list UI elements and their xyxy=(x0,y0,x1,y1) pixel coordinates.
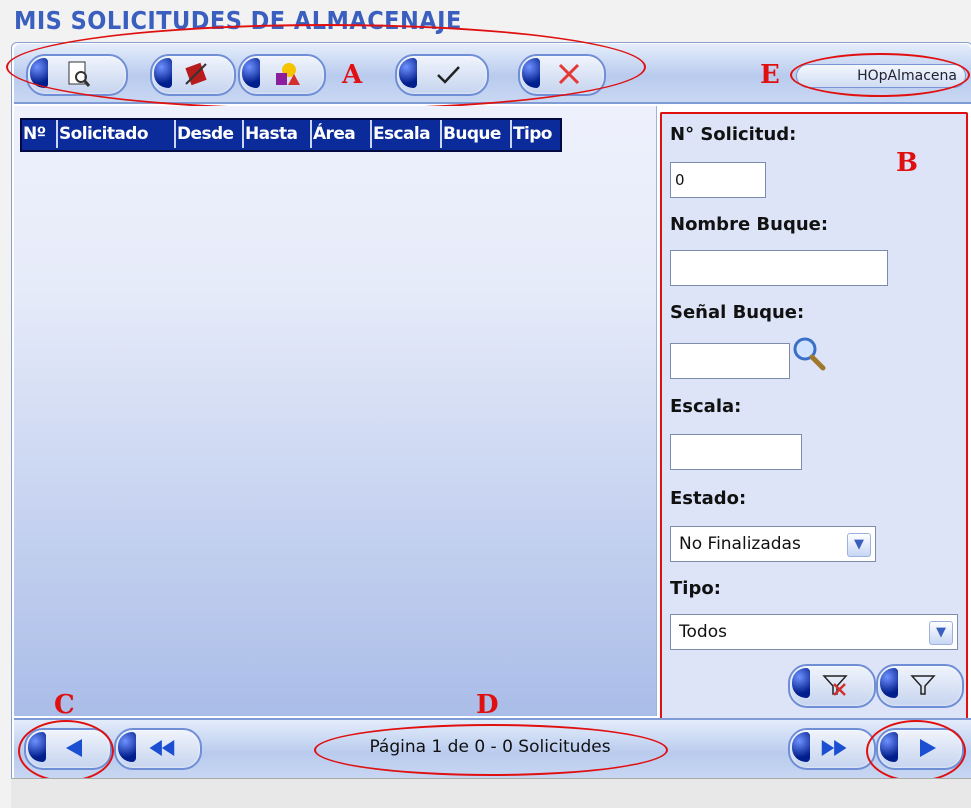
column-header-hasta[interactable]: Hasta xyxy=(244,120,312,148)
preview-button[interactable] xyxy=(26,54,128,96)
annotation-a: A xyxy=(342,60,363,90)
senal-buque-label: Señal Buque: xyxy=(670,302,805,323)
shapes-icon xyxy=(272,60,302,88)
senal-buque-field[interactable] xyxy=(670,343,790,379)
user-label: HOpAlmacena xyxy=(796,64,966,88)
grid-header: Nº Solicitado Desde Hasta Área Escala Bu… xyxy=(20,118,562,152)
escala-label: Escala: xyxy=(670,396,742,417)
results-grid xyxy=(14,106,657,716)
clear-filter-button[interactable] xyxy=(788,664,876,708)
tipo-select-value: Todos xyxy=(679,622,727,642)
column-header-escala[interactable]: Escala xyxy=(372,120,442,148)
estado-select-value: No Finalizadas xyxy=(679,534,801,554)
arrow-right-icon xyxy=(912,734,942,762)
column-header-area[interactable]: Área xyxy=(312,120,372,148)
annotation-b: B xyxy=(896,148,918,178)
nombre-buque-label: Nombre Buque: xyxy=(670,214,829,235)
first-page-button[interactable] xyxy=(114,728,202,770)
cancel-icon xyxy=(554,60,584,88)
annotation-c: C xyxy=(54,690,75,720)
solicitud-label: N° Solicitud: xyxy=(670,124,797,145)
solicitud-field[interactable]: 0 xyxy=(670,162,766,198)
column-header-desde[interactable]: Desde xyxy=(176,120,244,148)
column-header-solicitado[interactable]: Solicitado xyxy=(58,120,176,148)
tipo-label: Tipo: xyxy=(670,578,721,599)
clear-filter-icon xyxy=(820,670,850,698)
preview-icon xyxy=(64,60,94,88)
prev-page-button[interactable] xyxy=(24,728,112,770)
chevron-down-icon[interactable]: ▼ xyxy=(929,621,953,645)
arrow-left-icon xyxy=(60,734,90,762)
shapes-button[interactable] xyxy=(238,54,326,96)
estado-select[interactable]: No Finalizadas ▼ xyxy=(670,526,876,562)
bottom-strip xyxy=(11,778,971,808)
annotation-d: D xyxy=(476,690,499,720)
filter-icon xyxy=(908,670,938,698)
page-title: MIS SOLICITUDES DE ALMACENAJE xyxy=(14,6,462,35)
nombre-buque-field[interactable] xyxy=(670,250,888,286)
escala-field[interactable] xyxy=(670,434,802,470)
edit-icon xyxy=(182,60,212,88)
cancel-button[interactable] xyxy=(518,54,606,96)
column-header-buque[interactable]: Buque xyxy=(442,120,512,148)
next-page-button[interactable] xyxy=(876,728,964,770)
tipo-select[interactable]: Todos ▼ xyxy=(670,614,958,650)
search-icon[interactable] xyxy=(792,336,826,372)
double-arrow-left-icon xyxy=(146,734,176,762)
column-header-numero[interactable]: Nº xyxy=(22,120,58,148)
apply-filter-button[interactable] xyxy=(876,664,964,708)
estado-label: Estado: xyxy=(670,488,747,509)
annotation-e: E xyxy=(760,60,780,90)
double-arrow-right-icon xyxy=(820,734,850,762)
confirm-button[interactable] xyxy=(395,54,489,96)
column-header-tipo[interactable]: Tipo xyxy=(512,120,560,148)
edit-button[interactable] xyxy=(150,54,236,96)
chevron-down-icon[interactable]: ▼ xyxy=(847,533,871,557)
page-info: Página 1 de 0 - 0 Solicitudes xyxy=(369,737,611,757)
check-icon xyxy=(433,60,463,88)
last-page-button[interactable] xyxy=(788,728,876,770)
